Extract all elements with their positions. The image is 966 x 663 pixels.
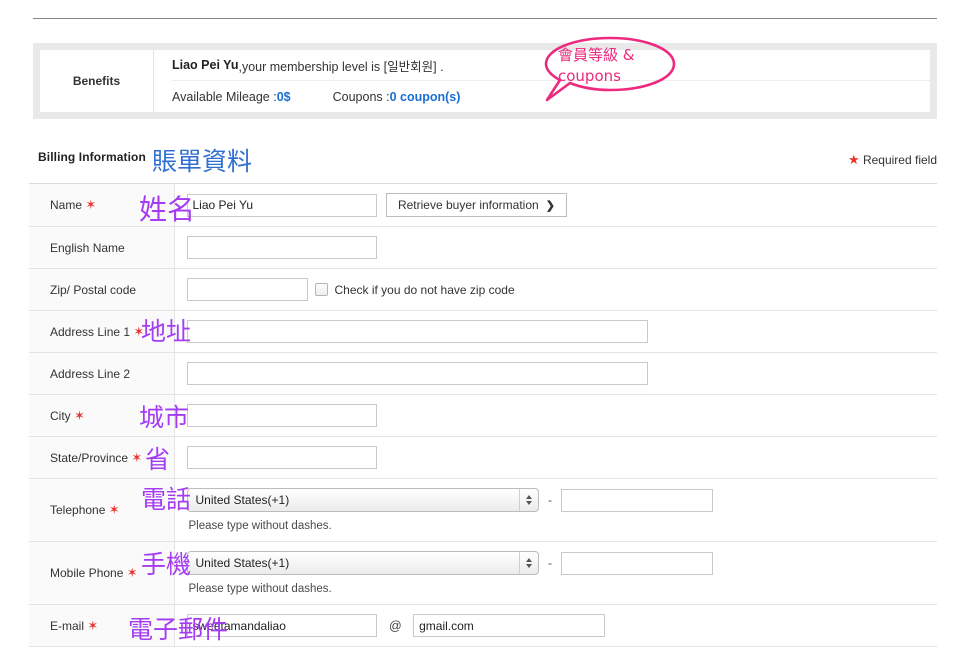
label-name: Name [50, 198, 83, 212]
mileage-label: Available Mileage : [172, 89, 277, 104]
table-row-email: E-mail ✶ @ [29, 604, 937, 647]
page-root: Benefits Liao Pei Yu ,your membership le… [0, 0, 966, 663]
zip-controls: Check if you do not have zip code [186, 278, 928, 301]
benefits-panel-inner: Benefits Liao Pei Yu ,your membership le… [40, 50, 930, 112]
benefits-panel: Benefits Liao Pei Yu ,your membership le… [33, 43, 937, 119]
table-row-address-line-1: Address Line 1 ✶ [29, 310, 937, 353]
email-domain-input[interactable] [413, 614, 606, 637]
table-row-address-line-2: Address Line 2 [29, 352, 937, 395]
top-divider [33, 18, 937, 19]
table-row-english-name: English Name [29, 226, 937, 269]
label-telephone: Telephone [50, 503, 106, 517]
value-cell-name: Retrieve buyer information ❯ [174, 183, 937, 227]
value-cell-address-line-1 [174, 310, 937, 353]
retrieve-button-label: Retrieve buyer information [397, 198, 539, 212]
address-line-1-input[interactable] [186, 320, 648, 343]
label-cell-address-line-1: Address Line 1 ✶ [29, 310, 175, 353]
label-cell-email: E-mail ✶ [29, 604, 175, 647]
mobile-country-code-value: United States(+1) [195, 556, 290, 570]
value-cell-english-name [174, 226, 937, 269]
label-cell-mobile-phone: Mobile Phone ✶ [29, 541, 175, 605]
email-local-input[interactable] [186, 614, 377, 637]
required-star-icon: ✶ [131, 449, 143, 465]
label-cell-english-name: English Name [29, 226, 175, 269]
label-cell-name: Name ✶ [29, 183, 175, 227]
required-star-icon: ✶ [108, 502, 120, 517]
table-row-state-province: State/Province ✶ [29, 436, 937, 479]
required-star-icon: ✶ [87, 617, 99, 633]
label-city: City [50, 408, 71, 423]
no-zip-checkbox[interactable] [314, 283, 328, 296]
required-star-icon: ✶ [85, 197, 97, 212]
table-row-name: Name ✶ Retrieve buyer information ❯ [29, 183, 937, 227]
label-cell-telephone: Telephone ✶ [29, 478, 175, 542]
required-star-icon: ★ [847, 152, 860, 167]
chevron-updown-icon [518, 489, 538, 511]
no-zip-checkbox-label: Check if you do not have zip code [334, 282, 515, 297]
label-cell-city: City ✶ [29, 394, 175, 437]
billing-information-form: Name ✶ Retrieve buyer information ❯ Engli… [29, 183, 937, 647]
table-row-telephone: Telephone ✶ United States(+1) - Please t… [29, 478, 937, 542]
required-field-note: ★ Required field [848, 153, 937, 167]
state-province-input[interactable] [186, 446, 377, 469]
zip-input[interactable] [186, 278, 308, 301]
required-star-icon: ✶ [133, 323, 145, 339]
callout-line-2: coupons [558, 67, 621, 85]
retrieve-buyer-information-button[interactable]: Retrieve buyer information ❯ [385, 193, 567, 217]
chevron-updown-icon [518, 552, 538, 574]
telephone-country-code-value: United States(+1) [195, 493, 290, 507]
value-cell-email: @ [174, 604, 937, 647]
coupons-value[interactable]: 0 coupon(s) [390, 90, 461, 104]
label-zip: Zip/ Postal code [50, 282, 137, 297]
value-cell-zip: Check if you do not have zip code [174, 268, 937, 311]
telephone-number-input[interactable] [561, 488, 714, 512]
benefits-label: Benefits [72, 74, 121, 88]
table-row-zip: Zip/ Postal code Check if you do not hav… [29, 268, 937, 311]
city-input[interactable] [186, 404, 377, 427]
label-english-name: English Name [50, 240, 125, 255]
telephone-hint: Please type without dashes. [188, 520, 332, 532]
value-cell-mobile-phone: United States(+1) - Please type without … [174, 541, 937, 605]
label-cell-zip: Zip/ Postal code [29, 268, 175, 311]
mobile-hint: Please type without dashes. [188, 583, 332, 595]
callout-bubble: 會員等級 & coupons [542, 36, 678, 102]
label-cell-state-province: State/Province ✶ [29, 436, 175, 479]
benefits-membership-text: ,your membership level is [일반회원] . [238, 59, 444, 74]
required-field-label: Required field [862, 153, 937, 167]
label-cell-address-line-2: Address Line 2 [29, 352, 175, 395]
english-name-input[interactable] [186, 236, 377, 259]
at-symbol-icon: @ [388, 618, 402, 633]
callout-line-1: 會員等級 & [558, 46, 635, 64]
telephone-separator: - [547, 493, 552, 507]
callout-text: 會員等級 & coupons [558, 45, 670, 87]
required-star-icon: ✶ [126, 565, 138, 580]
label-mobile-phone: Mobile Phone [50, 566, 124, 580]
table-row-city: City ✶ [29, 394, 937, 437]
mobile-number-input[interactable] [561, 551, 714, 575]
label-email: E-mail [50, 618, 85, 633]
table-row-mobile-phone: Mobile Phone ✶ United States(+1) - Pleas… [29, 541, 937, 605]
mobile-country-code-select[interactable]: United States(+1) [186, 551, 539, 575]
label-address-line-2: Address Line 2 [50, 366, 131, 381]
required-star-icon: ✶ [74, 407, 85, 423]
value-cell-telephone: United States(+1) - Please type without … [174, 478, 937, 542]
coupons-label: Coupons : [332, 89, 390, 104]
annotation-billing-information: 賬單資料 [152, 147, 253, 176]
label-state-province: State/Province [50, 450, 129, 465]
mileage-value[interactable]: 0$ [277, 90, 291, 104]
telephone-country-code-select[interactable]: United States(+1) [186, 488, 539, 512]
address-line-2-input[interactable] [186, 362, 648, 385]
value-cell-address-line-2 [174, 352, 937, 395]
chevron-right-icon: ❯ [545, 200, 555, 212]
value-cell-city [174, 394, 937, 437]
name-input[interactable] [186, 193, 377, 217]
page-title: Billing Information [38, 150, 146, 164]
mobile-separator: - [547, 556, 552, 570]
benefits-user-name: Liao Pei Yu [172, 58, 239, 72]
label-address-line-1: Address Line 1 [50, 324, 131, 339]
value-cell-state-province [174, 436, 937, 479]
